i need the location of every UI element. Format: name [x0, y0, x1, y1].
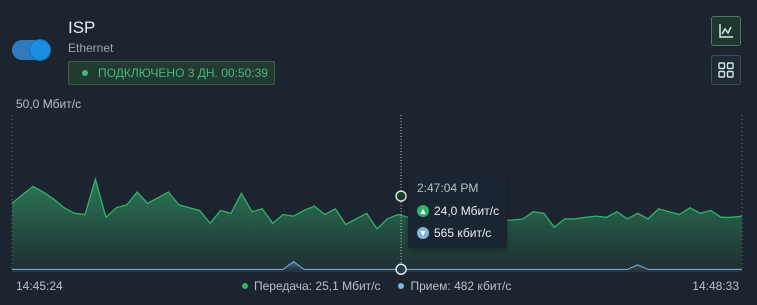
legend-dot-icon — [242, 283, 248, 289]
legend-download-label: Прием: 482 кбит/с — [410, 279, 512, 293]
tooltip-download-row: ▼ 565 кбит/с — [417, 226, 491, 240]
tooltip-upload-row: ▲ 24,0 Мбит/с — [417, 204, 499, 218]
legend-item-upload: Передача: 25,1 Мбит/с — [242, 279, 380, 293]
tooltip-time: 2:47:04 PM — [417, 181, 479, 195]
legend-upload-label: Передача: 25,1 Мбит/с — [254, 279, 381, 293]
legend-item-download: Прием: 482 кбит/с — [398, 279, 511, 293]
traffic-chart[interactable] — [0, 0, 757, 305]
hover-point-download — [395, 263, 407, 276]
tooltip-download-value: 565 кбит/с — [434, 226, 492, 240]
x-axis-start-label: 14:45:24 — [16, 279, 63, 293]
series-area-upload — [12, 179, 742, 271]
chart-tooltip: 2:47:04 PM ▲ 24,0 Мбит/с ▼ 565 кбит/с — [408, 174, 507, 248]
x-axis-end-label: 14:48:33 — [692, 279, 739, 293]
download-arrow-icon: ▼ — [417, 227, 429, 239]
chart-legend: Передача: 25,1 Мбит/с Прием: 482 кбит/с — [242, 279, 529, 293]
hover-point-upload — [395, 190, 407, 202]
legend-dot-icon — [398, 283, 405, 289]
tooltip-upload-value: 24,0 Мбит/с — [434, 204, 500, 218]
upload-arrow-icon: ▲ — [417, 205, 429, 217]
